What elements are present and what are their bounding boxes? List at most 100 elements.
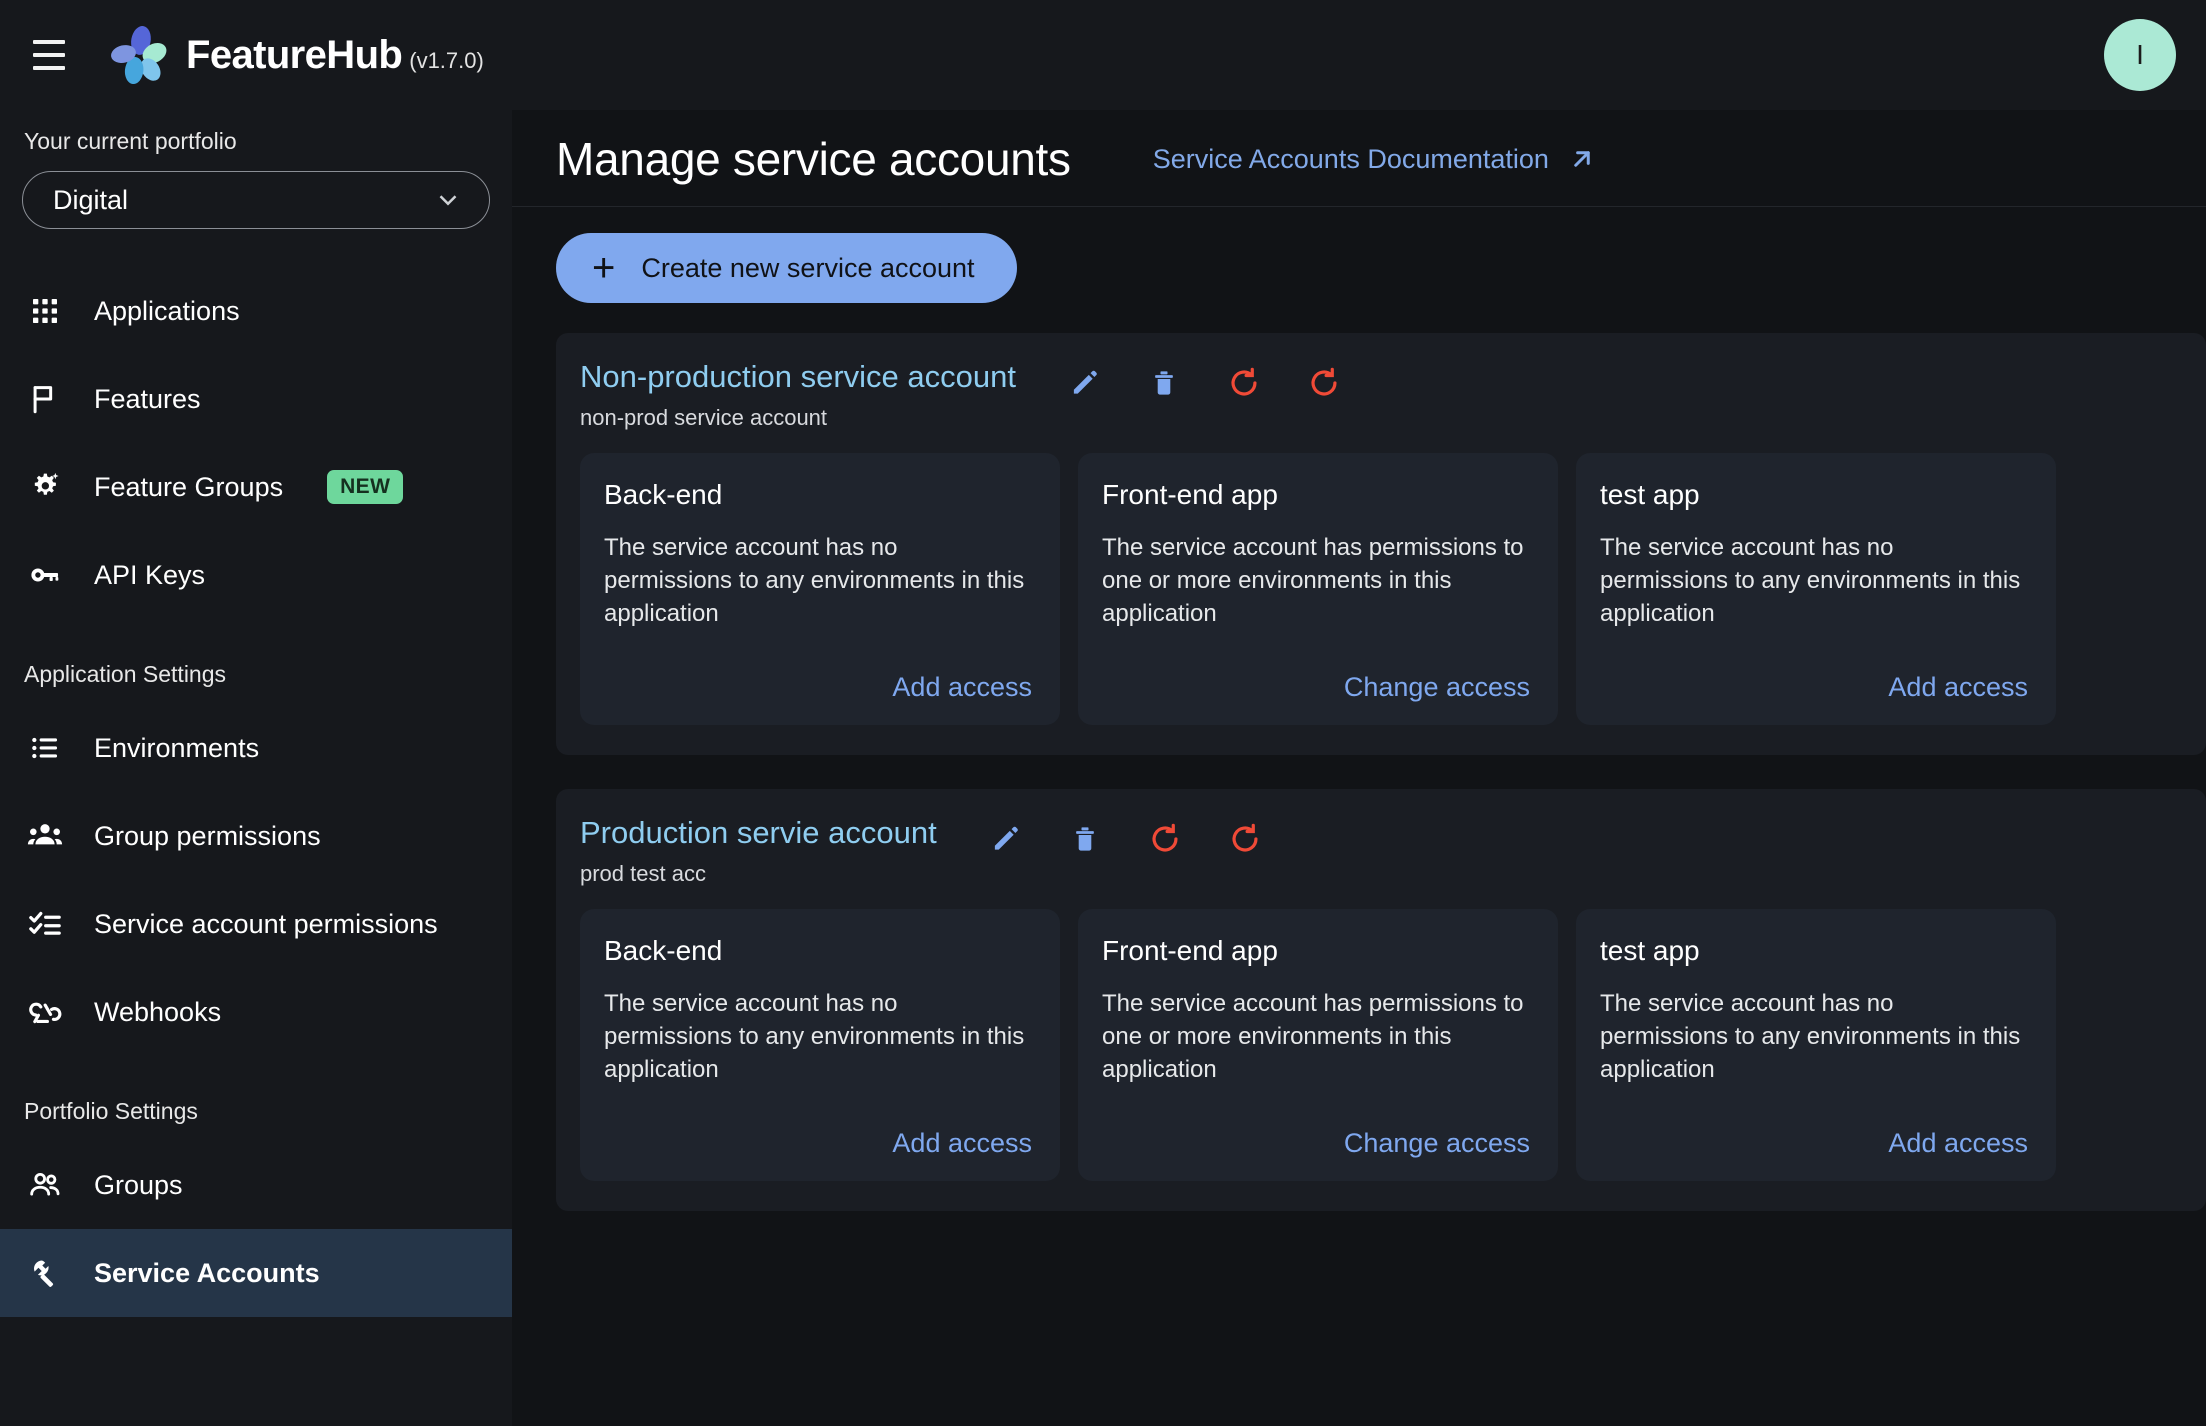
delete-trash-icon[interactable] <box>1067 819 1103 859</box>
service-account-card: Production servie account prod test acc <box>556 789 2206 1211</box>
section-header-application-settings: Application Settings <box>24 661 227 687</box>
application-card: Back-end The service account has no perm… <box>580 909 1060 1181</box>
access-link[interactable]: Change access <box>1344 672 1530 703</box>
application-permission-description: The service account has no permissions t… <box>604 990 1025 1084</box>
sidebar-item-api-keys[interactable]: API Keys <box>0 531 512 619</box>
application-name: test app <box>1600 479 1700 510</box>
app-version: (v1.7.0) <box>409 47 484 73</box>
sidebar-nav-primary: Applications Features Feature Groups NEW <box>0 267 512 619</box>
portfolio-label: Your current portfolio <box>24 128 237 154</box>
application-card: test app The service account has no perm… <box>1576 453 2056 725</box>
application-name: Front-end app <box>1102 479 1278 510</box>
reset-refresh-icon[interactable] <box>1147 819 1183 859</box>
application-cards-row: Back-end The service account has no perm… <box>580 453 2206 725</box>
sidebar-item-group-permissions[interactable]: Group permissions <box>0 792 512 880</box>
create-button-label: Create new service account <box>641 252 975 283</box>
body-container: Your current portfolio Digital Applicati… <box>0 110 2206 1426</box>
service-account-name[interactable]: Non-production service account <box>580 359 1016 395</box>
apps-grid-icon <box>22 288 68 334</box>
main-content: Manage service accounts Service Accounts… <box>512 110 2206 1426</box>
sidebar-item-label: Environments <box>94 732 260 763</box>
service-account-titles: Production servie account prod test acc <box>580 815 937 887</box>
application-root: FeatureHub (v1.7.0) I Your current portfo… <box>0 0 2206 1426</box>
list-icon <box>22 725 68 771</box>
avatar-initial: I <box>2136 39 2144 70</box>
reset-refresh-icon[interactable] <box>1226 363 1262 403</box>
access-link[interactable]: Add access <box>1888 1128 2028 1159</box>
service-account-titles: Non-production service account non-prod … <box>580 359 1016 431</box>
checklist-icon <box>22 901 68 947</box>
key-icon <box>22 552 68 598</box>
access-link[interactable]: Add access <box>892 1128 1032 1159</box>
portfolio-select[interactable]: Digital <box>22 171 490 229</box>
application-permission-description: The service account has no permissions t… <box>1600 990 2021 1084</box>
sidebar-item-webhooks[interactable]: Webhooks <box>0 968 512 1056</box>
access-link[interactable]: Add access <box>892 672 1032 703</box>
people-group-icon <box>22 813 68 859</box>
brand-name: FeatureHub <box>186 32 403 77</box>
page-actions: + Create new service account <box>512 207 2206 303</box>
chevron-down-icon <box>439 195 457 206</box>
service-account-action-icons <box>1066 359 1342 403</box>
sidebar: Your current portfolio Digital Applicati… <box>0 110 512 1426</box>
gear-sparkle-icon <box>22 464 68 510</box>
service-account-header: Production servie account prod test acc <box>580 815 2206 909</box>
page-title: Manage service accounts <box>556 133 1071 185</box>
sidebar-item-applications[interactable]: Applications <box>0 267 512 355</box>
service-accounts-list: Non-production service account non-prod … <box>512 303 2206 1426</box>
portfolio-selected-value: Digital <box>53 184 129 215</box>
sidebar-item-label: Feature Groups <box>94 471 284 502</box>
top-bar: FeatureHub (v1.7.0) I <box>0 0 2206 110</box>
section-header-portfolio-settings: Portfolio Settings <box>24 1098 198 1124</box>
sidebar-item-label: Features <box>94 383 201 414</box>
plus-icon: + <box>592 246 616 290</box>
sidebar-item-label: Service account permissions <box>94 908 438 939</box>
application-name: Back-end <box>604 935 723 966</box>
edit-pencil-icon[interactable] <box>1066 363 1102 403</box>
access-link[interactable]: Change access <box>1344 1128 1530 1159</box>
delete-trash-icon[interactable] <box>1146 363 1182 403</box>
flag-icon <box>22 376 68 422</box>
sidebar-item-service-account-permissions[interactable]: Service account permissions <box>0 880 512 968</box>
sidebar-item-label: Service Accounts <box>94 1257 320 1288</box>
sidebar-item-groups[interactable]: Groups <box>0 1141 512 1229</box>
sidebar-item-features[interactable]: Features <box>0 355 512 443</box>
edit-pencil-icon[interactable] <box>987 819 1023 859</box>
doc-link-label: Service Accounts Documentation <box>1152 143 1549 174</box>
sidebar-nav-portfolio-settings: Groups Service Accounts <box>0 1141 512 1317</box>
avatar[interactable]: I <box>2104 19 2176 91</box>
page-header: Manage service accounts Service Accounts… <box>512 110 2206 207</box>
application-card: Front-end app The service account has pe… <box>1078 453 1558 725</box>
service-account-description: non-prod service account <box>580 405 828 430</box>
application-name: Back-end <box>604 479 723 510</box>
application-name: test app <box>1600 935 1700 966</box>
status-badge-new: NEW <box>327 470 404 504</box>
sidebar-item-label: API Keys <box>94 559 206 590</box>
service-accounts-documentation-link[interactable]: Service Accounts Documentation <box>1153 144 1597 175</box>
create-new-service-account-button[interactable]: + Create new service account <box>556 233 1017 303</box>
sidebar-item-label: Group permissions <box>94 820 321 851</box>
application-cards-row: Back-end The service account has no perm… <box>580 909 2206 1181</box>
service-account-header: Non-production service account non-prod … <box>580 359 2206 453</box>
reset-refresh-icon[interactable] <box>1306 363 1342 403</box>
service-account-description: prod test acc <box>580 861 706 886</box>
sidebar-item-service-accounts[interactable]: Service Accounts <box>0 1229 512 1317</box>
access-link[interactable]: Add access <box>1888 672 2028 703</box>
sidebar-item-label: Groups <box>94 1169 183 1200</box>
application-card: Front-end app The service account has pe… <box>1078 909 1558 1181</box>
featurehub-flower-logo-icon <box>111 26 167 85</box>
sidebar-item-environments[interactable]: Environments <box>0 704 512 792</box>
application-permission-description: The service account has permissions to o… <box>1102 990 1524 1084</box>
reset-refresh-icon[interactable] <box>1227 819 1263 859</box>
application-card: Back-end The service account has no perm… <box>580 453 1060 725</box>
webhook-icon <box>22 989 68 1035</box>
hamburger-menu-icon[interactable] <box>26 32 72 78</box>
brand-logo-group[interactable]: FeatureHub (v1.7.0) <box>108 24 484 86</box>
application-card: test app The service account has no perm… <box>1576 909 2056 1181</box>
sidebar-item-feature-groups[interactable]: Feature Groups NEW <box>0 443 512 531</box>
service-account-name[interactable]: Production servie account <box>580 815 937 851</box>
application-permission-description: The service account has no permissions t… <box>1600 534 2021 628</box>
sidebar-nav-application-settings: Environments Group permissions Service a… <box>0 704 512 1056</box>
sidebar-item-label: Webhooks <box>94 996 222 1027</box>
sidebar-item-label: Applications <box>94 295 240 326</box>
